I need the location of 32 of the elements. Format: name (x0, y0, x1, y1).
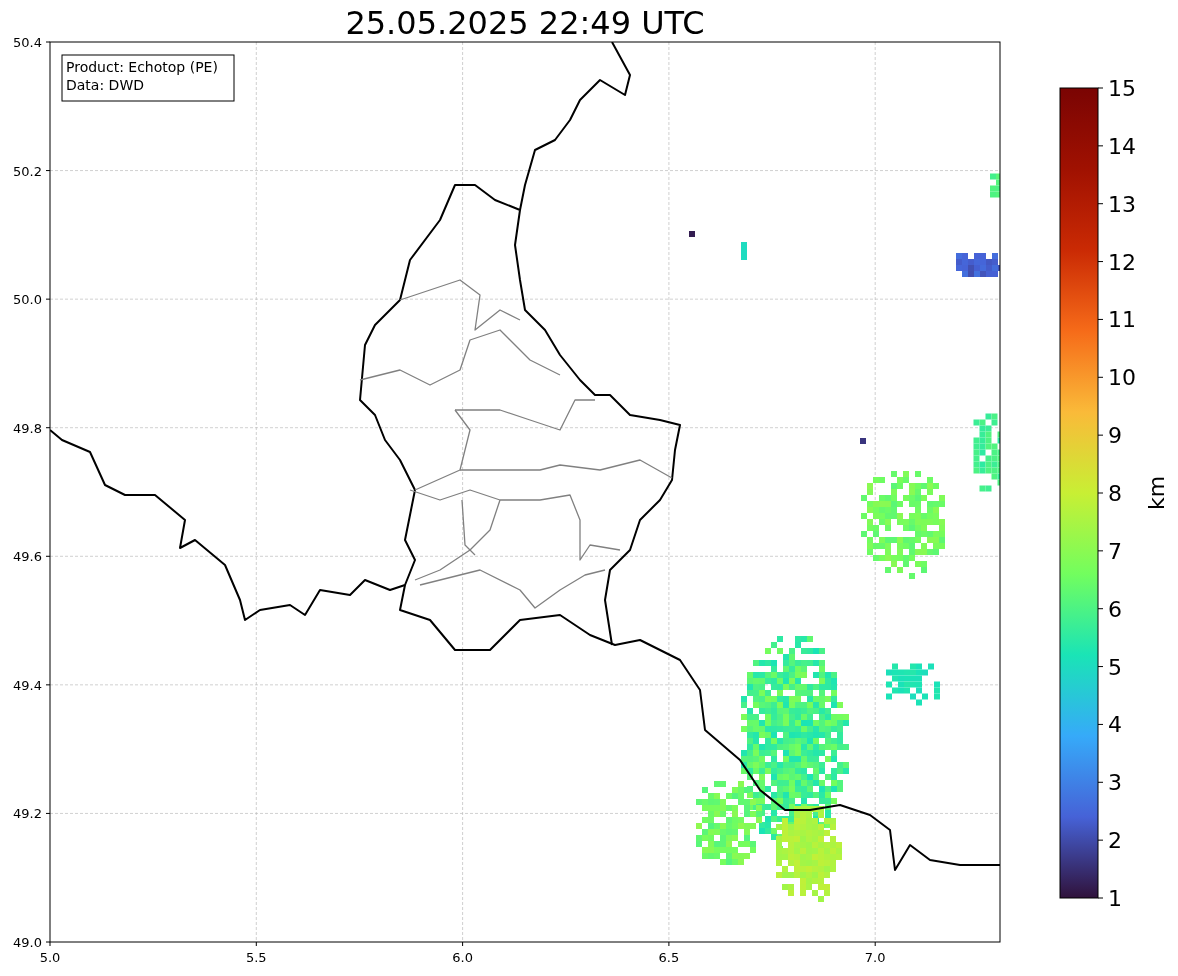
colorbar-tick-label: 6 (1108, 596, 1122, 622)
colorbar-tick-label: 1 (1108, 886, 1122, 911)
info-text: Data: DWD (66, 77, 144, 93)
colorbar-label: km (1144, 475, 1169, 511)
colorbar-tick-label: 11 (1108, 307, 1136, 333)
axis-tick-label: 6.0 (452, 950, 473, 965)
colorbar-tick-label: 3 (1108, 770, 1122, 796)
axis-tick-label: 49.8 (13, 420, 42, 436)
axis-tick-label: 49.2 (13, 806, 42, 822)
colorbar-tick-label: 15 (1108, 76, 1136, 101)
colorbar-tick-label: 4 (1108, 712, 1122, 738)
colorbar-tick-label: 8 (1108, 481, 1122, 506)
axis-tick-label: 5.0 (39, 950, 61, 965)
colorbar-tick-label: 13 (1108, 191, 1136, 217)
axis-tick-label: 5.5 (245, 950, 267, 965)
axis-tick-label: 7.0 (864, 950, 886, 965)
axis-tick-label: 49.0 (13, 935, 42, 950)
axis-tick-label: 50.4 (13, 35, 42, 50)
axis-tick-label: 49.6 (13, 549, 42, 565)
colorbar-tick-label: 10 (1108, 365, 1136, 391)
info-text: Product: Echotop (PE) (66, 59, 218, 75)
axis-tick-label: 50.2 (13, 163, 42, 179)
colorbar-tick-label: 14 (1108, 133, 1136, 159)
axis-tick-label: 6.5 (658, 950, 680, 965)
colorbar-tick-label: 7 (1108, 538, 1122, 564)
colorbar-tick-label: 5 (1108, 654, 1122, 680)
colorbar-tick-label: 9 (1108, 423, 1122, 449)
chart-title: 25.05.2025 22:49 UTC (345, 4, 705, 42)
axis-tick-label: 50.0 (13, 292, 42, 308)
axis-tick-label: 49.4 (13, 677, 42, 693)
colorbar-tick-label: 2 (1108, 828, 1122, 854)
colorbar-tick-label: 12 (1108, 249, 1136, 275)
